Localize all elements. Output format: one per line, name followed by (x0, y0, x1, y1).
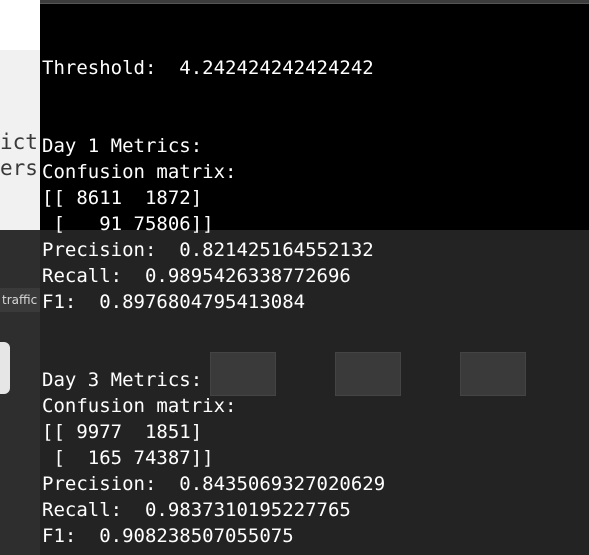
terminal-line: F1: 0.908238507055075 (42, 525, 294, 547)
terminal-output: Threshold: 4.242424242424242 Day 1 Metri… (42, 55, 385, 549)
editor-code-line: ict (0, 130, 38, 154)
terminal-line: [ 91 75806]] (42, 213, 214, 235)
path-tab[interactable]: traffic (0, 288, 40, 312)
terminal-line: [ 165 74387]] (42, 447, 214, 469)
terminal-line: Day 3 Metrics: (42, 369, 203, 391)
terminal-line: Precision: 0.8435069327020629 (42, 473, 386, 495)
drive-icon[interactable] (0, 342, 10, 394)
terminal-line: Precision: 0.821425164552132 (42, 239, 374, 261)
editor-pane: ict ers (0, 50, 40, 230)
terminal-line: Threshold: 4.242424242424242 (42, 57, 374, 79)
terminal-line: Recall: 0.9837310195227765 (42, 499, 351, 521)
file-icon (460, 352, 526, 396)
terminal-title-bar[interactable] (40, 0, 589, 4)
terminal-line: F1: 0.8976804795413084 (42, 291, 306, 313)
terminal-line: [[ 8611 1872] (42, 187, 203, 209)
terminal-line: Confusion matrix: (42, 395, 237, 417)
terminal-line: Day 1 Metrics: (42, 135, 203, 157)
editor-tab-area (0, 0, 40, 50)
editor-code-line: ers (0, 156, 38, 180)
terminal-line: Confusion matrix: (42, 161, 237, 183)
terminal-line: [[ 9977 1851] (42, 421, 203, 443)
terminal-window[interactable]: Threshold: 4.242424242424242 Day 1 Metri… (40, 0, 589, 555)
terminal-line: Recall: 0.9895426338772696 (42, 265, 351, 287)
